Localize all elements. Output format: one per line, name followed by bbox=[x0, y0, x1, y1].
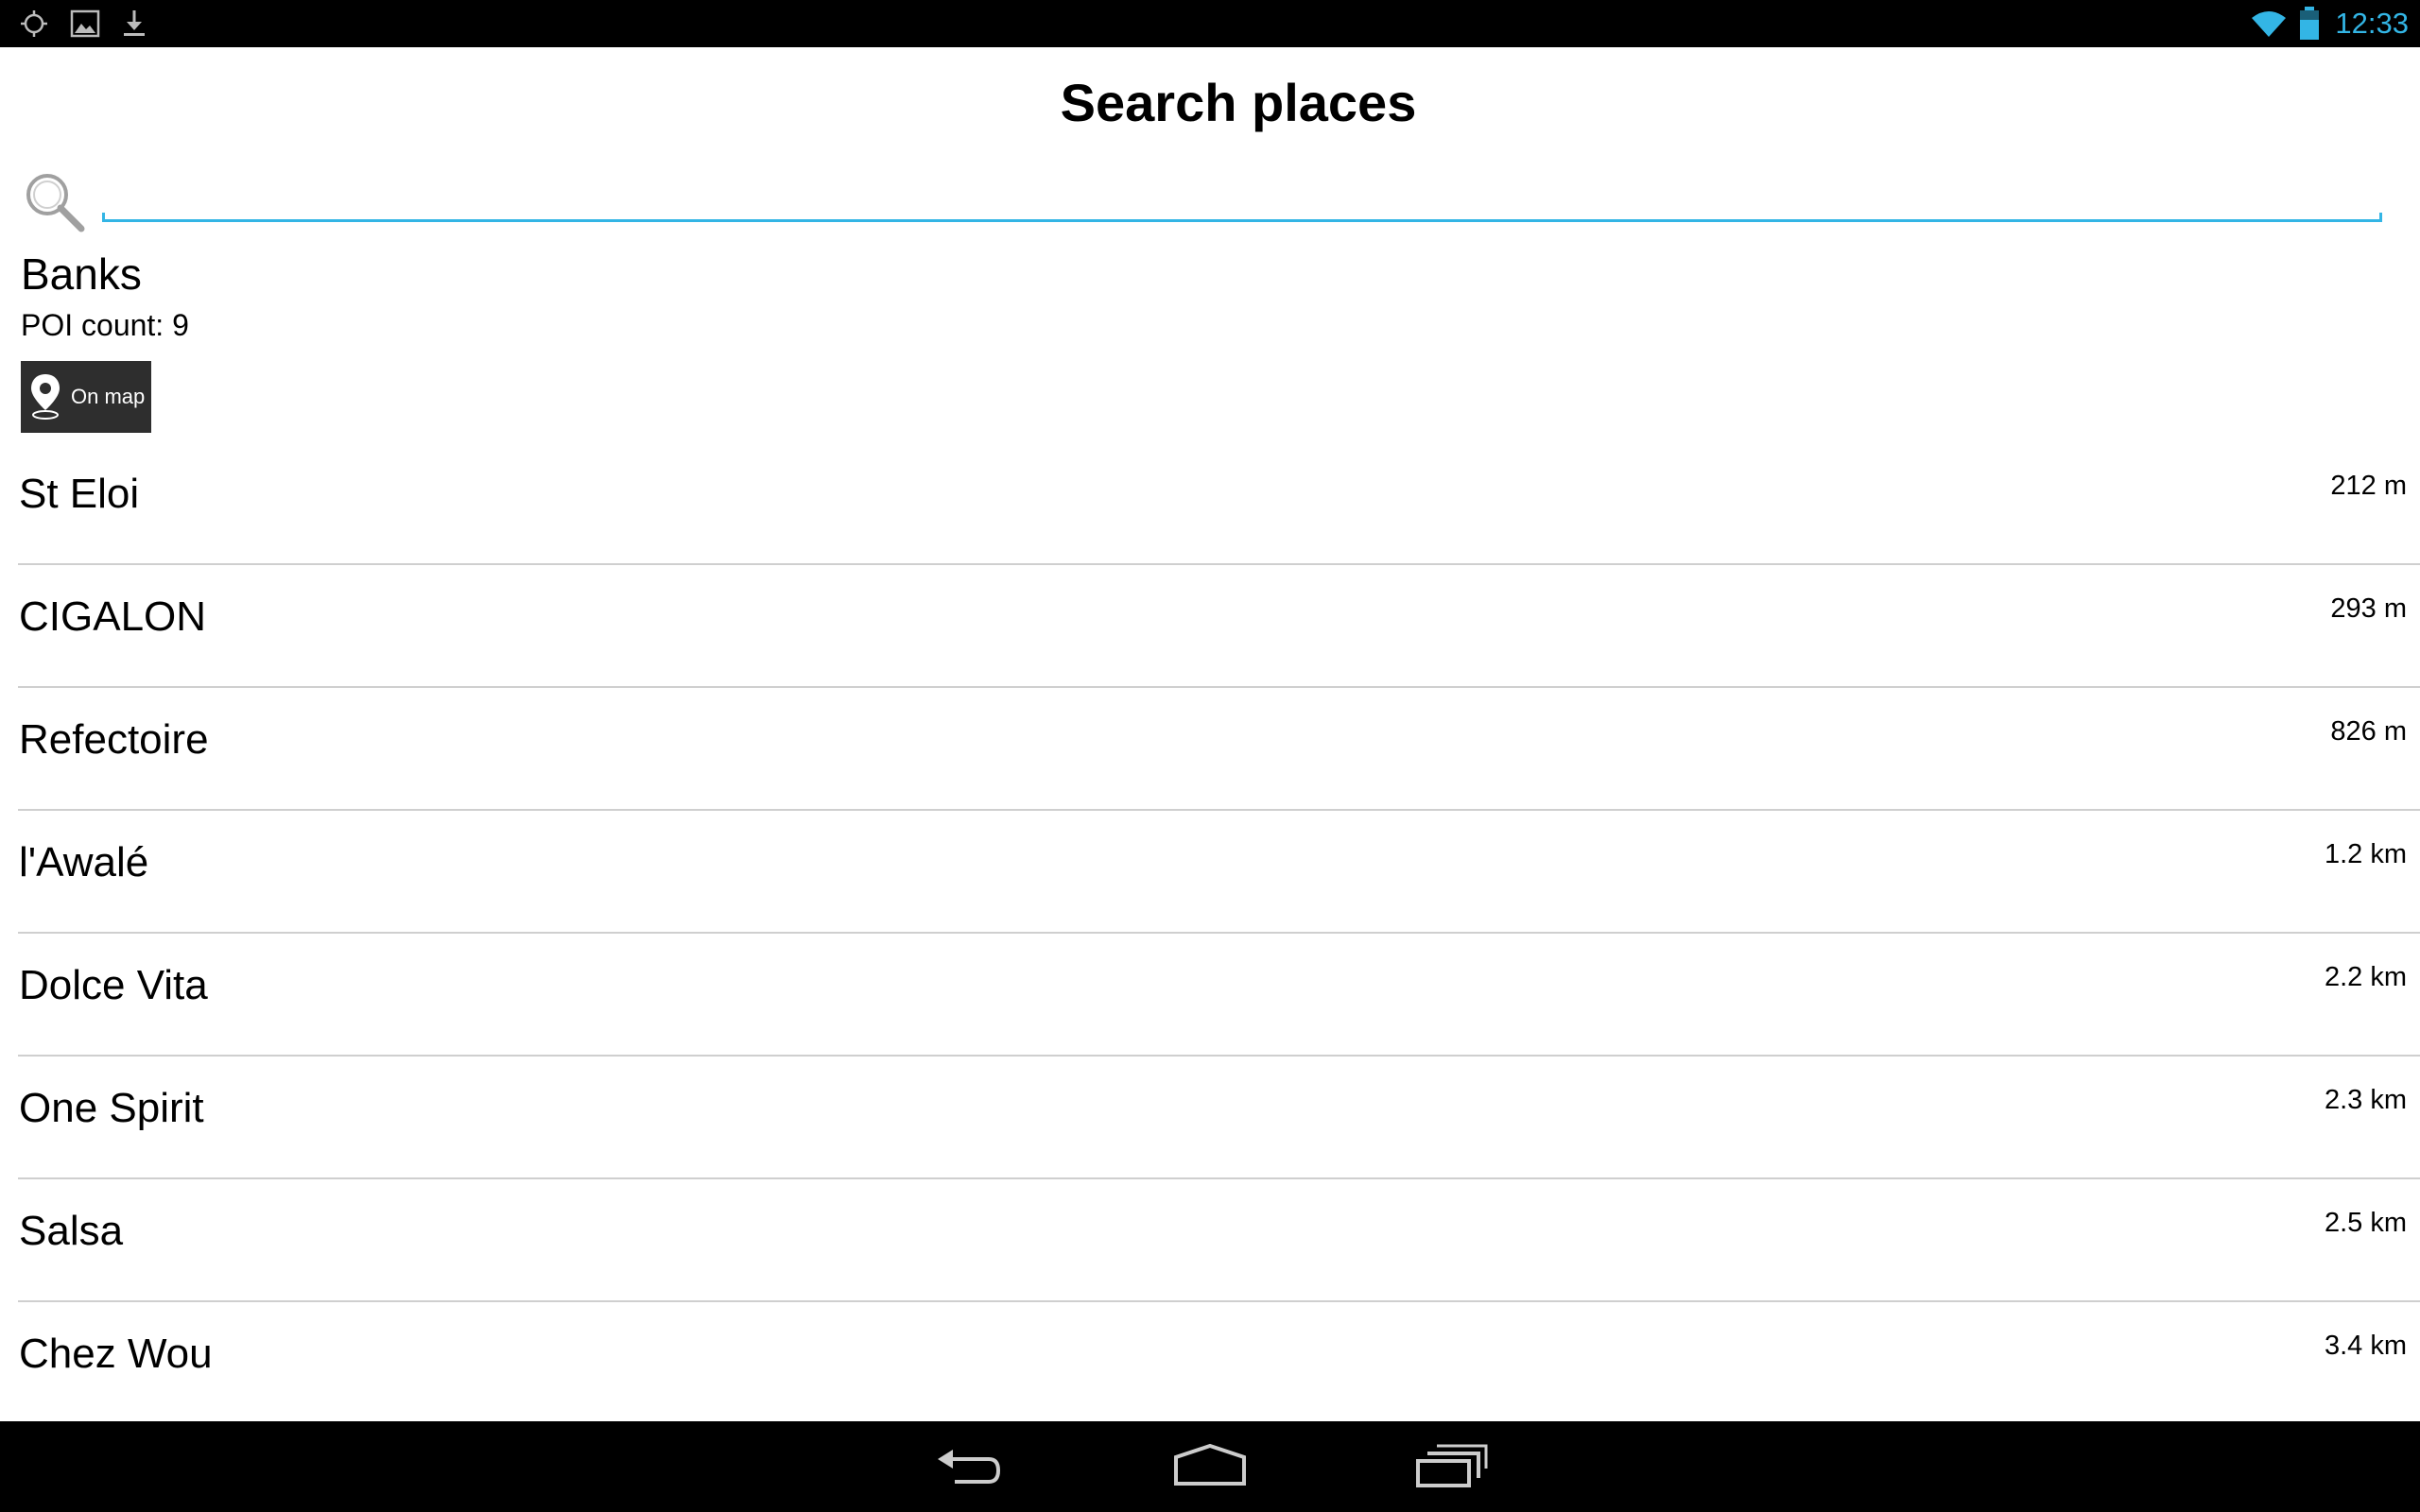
map-pin-icon bbox=[31, 374, 60, 420]
results-list: St Eloi 212 m CIGALON 293 m Refectoire 8… bbox=[0, 442, 2420, 1425]
place-name: Salsa bbox=[19, 1208, 124, 1254]
page-title: Search places bbox=[1060, 73, 1417, 132]
crosshair-icon bbox=[21, 10, 47, 37]
on-map-button[interactable]: On map bbox=[21, 361, 151, 433]
recent-apps-icon[interactable] bbox=[1414, 1440, 1490, 1493]
place-distance: 293 m bbox=[2330, 593, 2407, 624]
place-distance: 2.2 km bbox=[2324, 962, 2407, 992]
place-name: St Eloi bbox=[19, 471, 140, 517]
list-item[interactable]: One Spirit 2.3 km bbox=[0, 1057, 2420, 1179]
navigation-bar bbox=[0, 1421, 2420, 1512]
place-distance: 212 m bbox=[2330, 471, 2407, 501]
list-item[interactable]: Refectoire 826 m bbox=[0, 688, 2420, 811]
place-distance: 1.2 km bbox=[2324, 839, 2407, 869]
place-distance: 2.5 km bbox=[2324, 1208, 2407, 1238]
wifi-icon bbox=[2252, 11, 2286, 37]
place-distance: 826 m bbox=[2330, 716, 2407, 747]
place-name: l'Awalé bbox=[19, 839, 149, 885]
place-name: Refectoire bbox=[19, 716, 209, 763]
place-name: Dolce Vita bbox=[19, 962, 208, 1008]
clock: 12:33 bbox=[2335, 7, 2409, 40]
status-bar: 12:33 bbox=[0, 0, 2420, 47]
category-name: Banks bbox=[21, 249, 142, 299]
list-item[interactable]: l'Awalé 1.2 km bbox=[0, 811, 2420, 934]
list-item[interactable]: Salsa 2.5 km bbox=[0, 1179, 2420, 1302]
search-input[interactable] bbox=[102, 176, 2382, 219]
search-icon[interactable] bbox=[23, 170, 87, 234]
list-item[interactable]: CIGALON 293 m bbox=[0, 565, 2420, 688]
on-map-label: On map bbox=[71, 385, 146, 408]
back-icon[interactable] bbox=[930, 1440, 1006, 1493]
place-name: CIGALON bbox=[19, 593, 207, 640]
list-item[interactable]: Dolce Vita 2.2 km bbox=[0, 934, 2420, 1057]
list-item[interactable]: Chez Wou 3.4 km bbox=[0, 1302, 2420, 1425]
place-distance: 3.4 km bbox=[2324, 1331, 2407, 1361]
download-icon bbox=[124, 10, 145, 36]
list-item[interactable]: St Eloi 212 m bbox=[0, 442, 2420, 565]
search-input-underline bbox=[102, 213, 2382, 222]
home-icon[interactable] bbox=[1172, 1440, 1248, 1493]
image-icon bbox=[70, 9, 100, 38]
place-distance: 2.3 km bbox=[2324, 1085, 2407, 1115]
battery-icon bbox=[2300, 7, 2319, 40]
place-name: Chez Wou bbox=[19, 1331, 213, 1377]
place-name: One Spirit bbox=[19, 1085, 204, 1131]
poi-count: POI count: 9 bbox=[21, 308, 189, 342]
